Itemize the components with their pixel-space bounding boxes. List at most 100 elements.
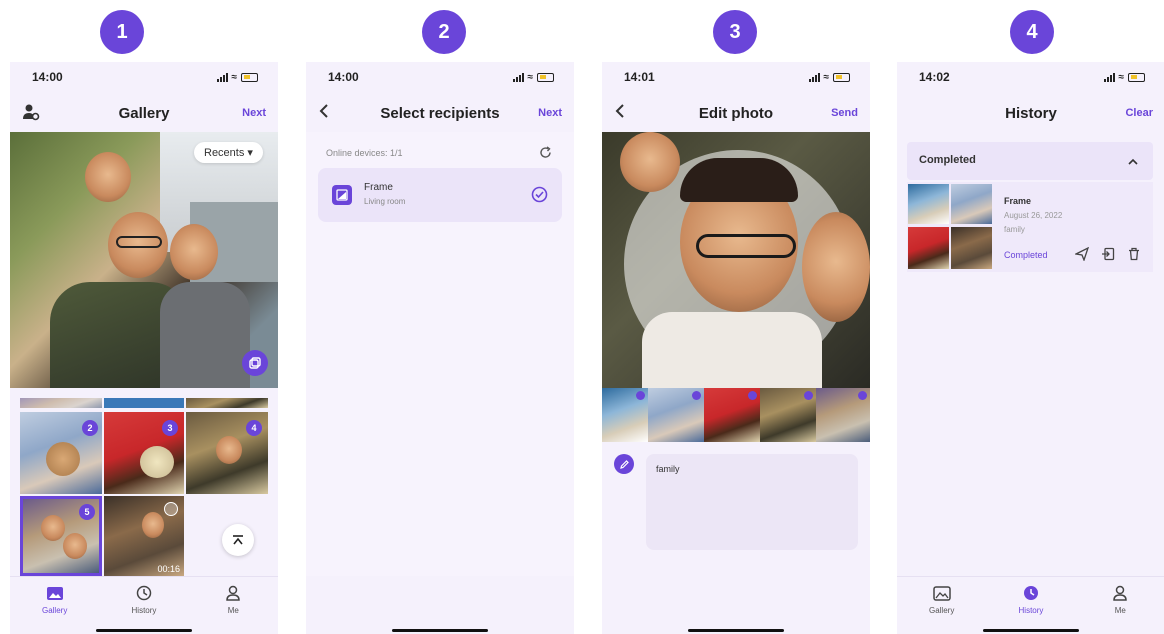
device-row[interactable]: Frame Living room [318, 168, 562, 222]
section-label: Completed [919, 154, 976, 166]
battery-icon [833, 72, 850, 82]
status-time: 14:00 [32, 70, 63, 84]
battery-icon [1128, 72, 1145, 82]
strip-thumb[interactable] [704, 388, 760, 442]
send-button[interactable]: Send [831, 107, 858, 119]
gallery-screen: 14:00 ≈ Gallery Next Recents ▾ 2 3 4 5 0… [10, 62, 278, 634]
gallery-icon [45, 583, 65, 603]
entry-date: August 26, 2022 [1004, 211, 1063, 220]
page-title: Select recipients [380, 104, 500, 122]
tab-label: History [131, 606, 157, 615]
recipients-screen: 14:00 ≈ Select recipients Next Online de… [306, 62, 574, 634]
gallery-thumb[interactable] [20, 398, 102, 408]
signal-icon [808, 72, 820, 82]
status-bar: 14:00 ≈ [10, 62, 278, 92]
gallery-icon [932, 583, 952, 603]
tab-me[interactable]: Me [203, 583, 263, 634]
video-thumb[interactable]: 00:16 [104, 496, 184, 576]
device-name: Frame [364, 182, 393, 193]
caption-input[interactable]: family [646, 454, 858, 550]
step-badge-1: 1 [100, 10, 144, 54]
nav-bar: History Clear [897, 96, 1164, 130]
history-icon [134, 583, 154, 603]
home-indicator [392, 629, 488, 632]
crop-editor[interactable] [602, 132, 870, 388]
wifi-icon: ≈ [231, 71, 238, 83]
gallery-thumb[interactable] [104, 398, 184, 408]
entry-thumb [951, 227, 992, 269]
back-icon[interactable] [318, 103, 330, 124]
page-title: Edit photo [698, 104, 774, 122]
clear-button[interactable]: Clear [1125, 107, 1153, 119]
home-indicator [688, 629, 784, 632]
select-multiple-icon[interactable] [242, 350, 268, 376]
edit-photo-screen: 14:01 ≈ Edit photo Send family [602, 62, 870, 634]
status-bar: 14:00 ≈ [306, 62, 574, 92]
selection-badge: 5 [79, 504, 95, 520]
strip-thumb[interactable] [760, 388, 816, 442]
scroll-top-icon[interactable] [222, 524, 254, 556]
gallery-thumb[interactable]: 4 [186, 412, 268, 494]
tab-me[interactable]: Me [1090, 583, 1150, 634]
gallery-thumb[interactable]: 3 [104, 412, 184, 494]
step-badge-3: 3 [713, 10, 757, 54]
caret-down-icon: ▾ [247, 147, 253, 159]
tab-label: Gallery [41, 606, 68, 615]
nav-bar: Edit photo Send [602, 96, 870, 130]
tab-gallery[interactable]: Gallery [912, 583, 972, 634]
tab-history[interactable]: History [1001, 583, 1061, 634]
refresh-icon[interactable] [539, 146, 552, 164]
recents-label: Recents [204, 147, 245, 159]
gallery-thumb[interactable]: 2 [20, 412, 102, 494]
wifi-icon: ≈ [823, 71, 830, 83]
entry-status: Completed [1004, 250, 1048, 260]
status-icons: ≈ [808, 71, 850, 83]
signal-icon [1103, 72, 1115, 82]
nav-bar: Gallery Next [10, 96, 278, 130]
export-icon[interactable] [1101, 247, 1115, 266]
checkmark-icon[interactable] [531, 186, 548, 208]
section-header[interactable]: Completed [907, 142, 1153, 180]
strip-thumb[interactable] [648, 388, 704, 442]
recents-dropdown[interactable]: Recents ▾ [194, 142, 263, 163]
tab-label: Me [1114, 606, 1126, 615]
gallery-thumb-selected[interactable]: 5 [20, 496, 102, 576]
status-icons: ≈ [512, 71, 554, 83]
tab-history[interactable]: History [114, 583, 174, 634]
recipients-list: Online devices: 1/1 Frame Living room [306, 132, 574, 576]
selection-badge: 3 [162, 420, 178, 436]
battery-icon [537, 72, 554, 82]
frame-device-icon [332, 185, 352, 205]
selection-badge: 2 [82, 420, 98, 436]
status-time: 14:00 [328, 70, 359, 84]
nav-bar: Select recipients Next [306, 96, 574, 130]
back-icon[interactable] [614, 103, 626, 124]
app-flow: 1 2 3 4 14:00 ≈ Gallery Next Recents ▾ 2… [0, 0, 1164, 634]
tab-gallery[interactable]: Gallery [25, 583, 85, 634]
next-button[interactable]: Next [538, 107, 562, 119]
account-settings-icon[interactable] [22, 103, 40, 126]
tab-bar: Gallery History Me [897, 576, 1164, 634]
trash-icon[interactable] [1127, 247, 1141, 266]
wifi-icon: ≈ [527, 71, 534, 83]
device-location: Living room [364, 197, 406, 206]
strip-thumb[interactable] [816, 388, 870, 442]
me-icon [223, 583, 243, 603]
home-indicator [983, 629, 1079, 632]
signal-icon [512, 72, 524, 82]
history-screen: 14:02 ≈ History Clear Completed Frame Au… [897, 62, 1164, 634]
history-entry[interactable]: Frame August 26, 2022 family Completed [907, 182, 1153, 272]
signal-icon [216, 72, 228, 82]
send-icon[interactable] [1073, 246, 1090, 266]
entry-caption: family [1004, 225, 1025, 234]
next-button[interactable]: Next [242, 107, 266, 119]
status-bar: 14:01 ≈ [602, 62, 870, 92]
unselected-circle[interactable] [164, 502, 178, 516]
gallery-thumb[interactable] [186, 398, 268, 408]
chevron-up-icon [1127, 154, 1139, 172]
online-devices-count: Online devices: 1/1 [326, 148, 403, 158]
strip-thumb[interactable] [602, 388, 648, 442]
edit-caption-icon [614, 454, 634, 474]
status-icons: ≈ [1103, 72, 1145, 83]
tab-bar: Gallery History Me [10, 576, 278, 634]
